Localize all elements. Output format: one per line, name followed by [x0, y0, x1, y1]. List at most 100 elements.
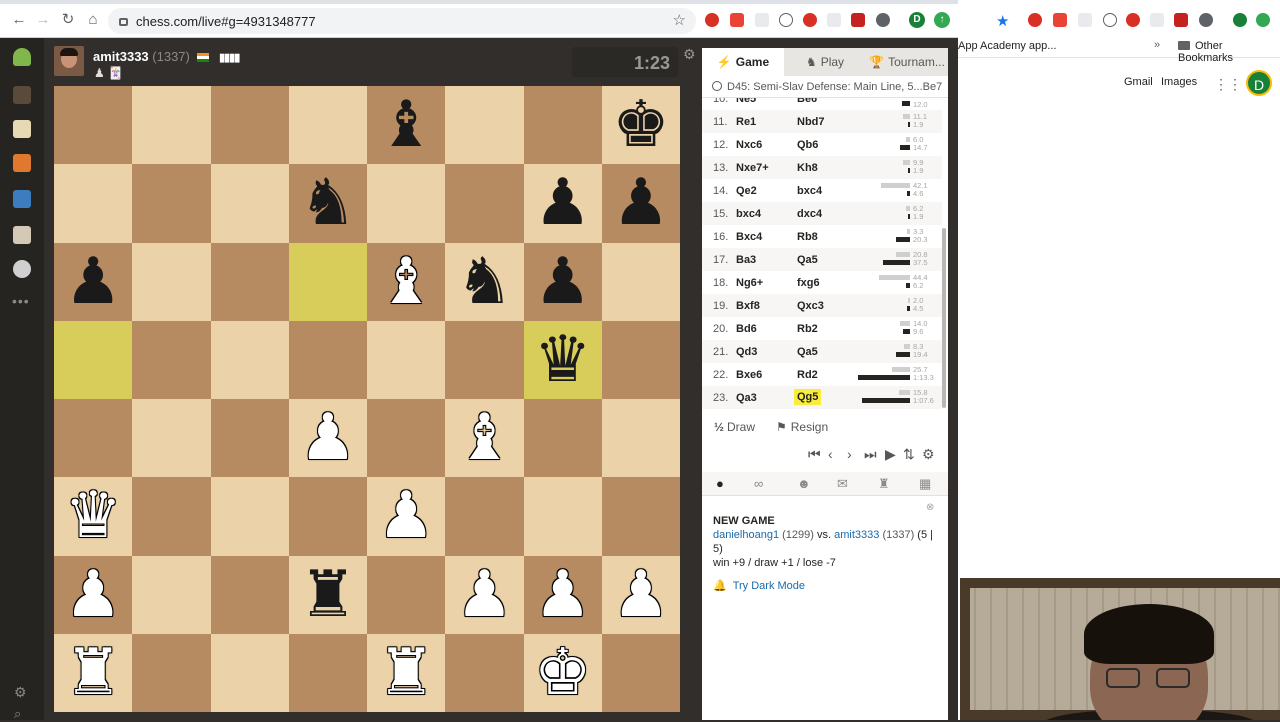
black-move[interactable]: Kh8: [797, 162, 818, 174]
square-f1[interactable]: [445, 633, 524, 712]
square-a6[interactable]: ♟: [54, 242, 133, 321]
extension-icon[interactable]: [1078, 13, 1092, 27]
white-pawn-piece[interactable]: ♟: [534, 563, 591, 627]
square-f3[interactable]: [445, 477, 524, 556]
square-g3[interactable]: [523, 477, 602, 556]
white-queen-piece[interactable]: ♛: [64, 484, 121, 548]
player2-link[interactable]: amit3333: [834, 529, 879, 541]
black-move[interactable]: Rd2: [797, 369, 818, 381]
extension-icon[interactable]: [1199, 13, 1213, 27]
tab-tournaments[interactable]: 🏆 Tournam...: [866, 48, 948, 76]
account-avatar[interactable]: D: [1246, 70, 1272, 96]
white-move[interactable]: Nxe7+: [736, 162, 769, 174]
white-move[interactable]: Bxf8: [736, 300, 760, 312]
white-pawn-piece[interactable]: ♟: [456, 563, 513, 627]
extension-icon[interactable]: [779, 13, 793, 27]
square-h8[interactable]: ♚: [601, 86, 680, 165]
square-g1[interactable]: ♚: [523, 633, 602, 712]
square-a2[interactable]: ♟: [54, 555, 133, 634]
player1-link[interactable]: danielhoang1: [713, 529, 779, 541]
square-c4[interactable]: [210, 399, 289, 478]
square-g6[interactable]: ♟: [523, 242, 602, 321]
reload-icon[interactable]: ↻: [59, 11, 77, 29]
square-b4[interactable]: [132, 399, 211, 478]
black-move[interactable]: Qa5: [797, 346, 818, 358]
player-name[interactable]: amit3333 (1337) ▮▮▮▮: [93, 49, 240, 64]
square-d3[interactable]: [288, 477, 367, 556]
square-a1[interactable]: ♜: [54, 633, 133, 712]
update-icon[interactable]: ↑: [934, 12, 950, 28]
square-b5[interactable]: [132, 320, 211, 399]
square-b8[interactable]: [132, 86, 211, 165]
extension-icon[interactable]: [827, 13, 841, 27]
record-icon[interactable]: [1126, 13, 1140, 27]
chess-board[interactable]: ♝ ♚ ♞ ♟ ♟ ♟ ♝ ♞ ♟ ♛ ♟ ♝ ♛ ♟ ♟ ♜ ♟ ♟ ♟ ♜ ♜ ♚: [54, 86, 680, 712]
puzzles-icon[interactable]: [13, 120, 31, 138]
square-g5[interactable]: ♛: [523, 320, 602, 399]
learn-icon[interactable]: [13, 154, 31, 172]
square-d7[interactable]: ♞: [288, 164, 367, 243]
square-c1[interactable]: [210, 633, 289, 712]
white-pawn-piece[interactable]: ♟: [377, 484, 434, 548]
profile-avatar[interactable]: D: [909, 12, 925, 28]
square-h3[interactable]: [601, 477, 680, 556]
white-pawn-piece[interactable]: ♟: [612, 563, 669, 627]
square-c7[interactable]: [210, 164, 289, 243]
square-d4[interactable]: ♟: [288, 399, 367, 478]
white-rook-piece[interactable]: ♜: [64, 641, 121, 705]
board-settings-icon[interactable]: ⚙: [683, 46, 696, 63]
adblock-icon[interactable]: [1028, 13, 1042, 27]
square-d1[interactable]: [288, 633, 367, 712]
last-move-icon[interactable]: ⏭: [864, 446, 877, 463]
social-icon[interactable]: [13, 260, 31, 278]
square-h6[interactable]: [601, 242, 680, 321]
square-c6[interactable]: [210, 242, 289, 321]
black-move[interactable]: Be6: [797, 98, 817, 105]
extension-icon[interactable]: [1150, 13, 1164, 27]
square-g2[interactable]: ♟: [523, 555, 602, 634]
square-c5[interactable]: [210, 320, 289, 399]
black-move[interactable]: Nbd7: [797, 116, 825, 128]
square-d5[interactable]: [288, 320, 367, 399]
extension-icon[interactable]: [755, 13, 769, 27]
profile-avatar[interactable]: [1233, 13, 1247, 27]
square-f8[interactable]: [445, 86, 524, 165]
square-f4[interactable]: ♝: [445, 399, 524, 478]
images-link[interactable]: Images: [1161, 76, 1197, 88]
first-move-icon[interactable]: ⏮: [808, 446, 821, 463]
chesscom-logo-icon[interactable]: [13, 48, 31, 66]
white-pawn-piece[interactable]: ♟: [299, 406, 356, 470]
chat-bubble-icon[interactable]: ●: [716, 476, 724, 491]
square-c3[interactable]: [210, 477, 289, 556]
black-pawn-piece[interactable]: ♟: [534, 171, 591, 235]
black-move[interactable]: dxc4: [797, 208, 822, 220]
bookmark-star-icon[interactable]: ★: [996, 12, 1009, 30]
move-list-scrollbar[interactable]: [942, 228, 946, 408]
square-b2[interactable]: [132, 555, 211, 634]
back-icon[interactable]: ←: [10, 11, 28, 29]
gmail-link[interactable]: Gmail: [1124, 76, 1153, 88]
square-e8[interactable]: ♝: [367, 86, 446, 165]
white-move[interactable]: Qe2: [736, 185, 757, 197]
avatar[interactable]: [54, 46, 84, 76]
black-move[interactable]: Qa5: [797, 254, 818, 266]
black-move[interactable]: bxc4: [797, 185, 822, 197]
square-g4[interactable]: [523, 399, 602, 478]
black-pawn-piece[interactable]: ♟: [534, 250, 591, 314]
white-move[interactable]: bxc4: [736, 208, 761, 220]
dark-mode-link[interactable]: 🔔 Try Dark Mode: [713, 579, 805, 592]
update-icon[interactable]: [1256, 13, 1270, 27]
white-move[interactable]: Bxc4: [736, 231, 762, 243]
binoculars-icon[interactable]: ∞: [754, 476, 763, 491]
black-move[interactable]: Rb8: [797, 231, 818, 243]
white-move[interactable]: Ne5: [736, 98, 756, 105]
white-move[interactable]: Nxc6: [736, 139, 762, 151]
square-e7[interactable]: [367, 164, 446, 243]
square-g8[interactable]: [523, 86, 602, 165]
square-d8[interactable]: [288, 86, 367, 165]
extension-icon[interactable]: [1103, 13, 1117, 27]
watch-icon[interactable]: [13, 190, 31, 208]
square-b7[interactable]: [132, 164, 211, 243]
resign-button[interactable]: ⚑ Resign: [776, 420, 828, 434]
bookmark-app-academy[interactable]: App Academy app...: [958, 40, 1056, 52]
